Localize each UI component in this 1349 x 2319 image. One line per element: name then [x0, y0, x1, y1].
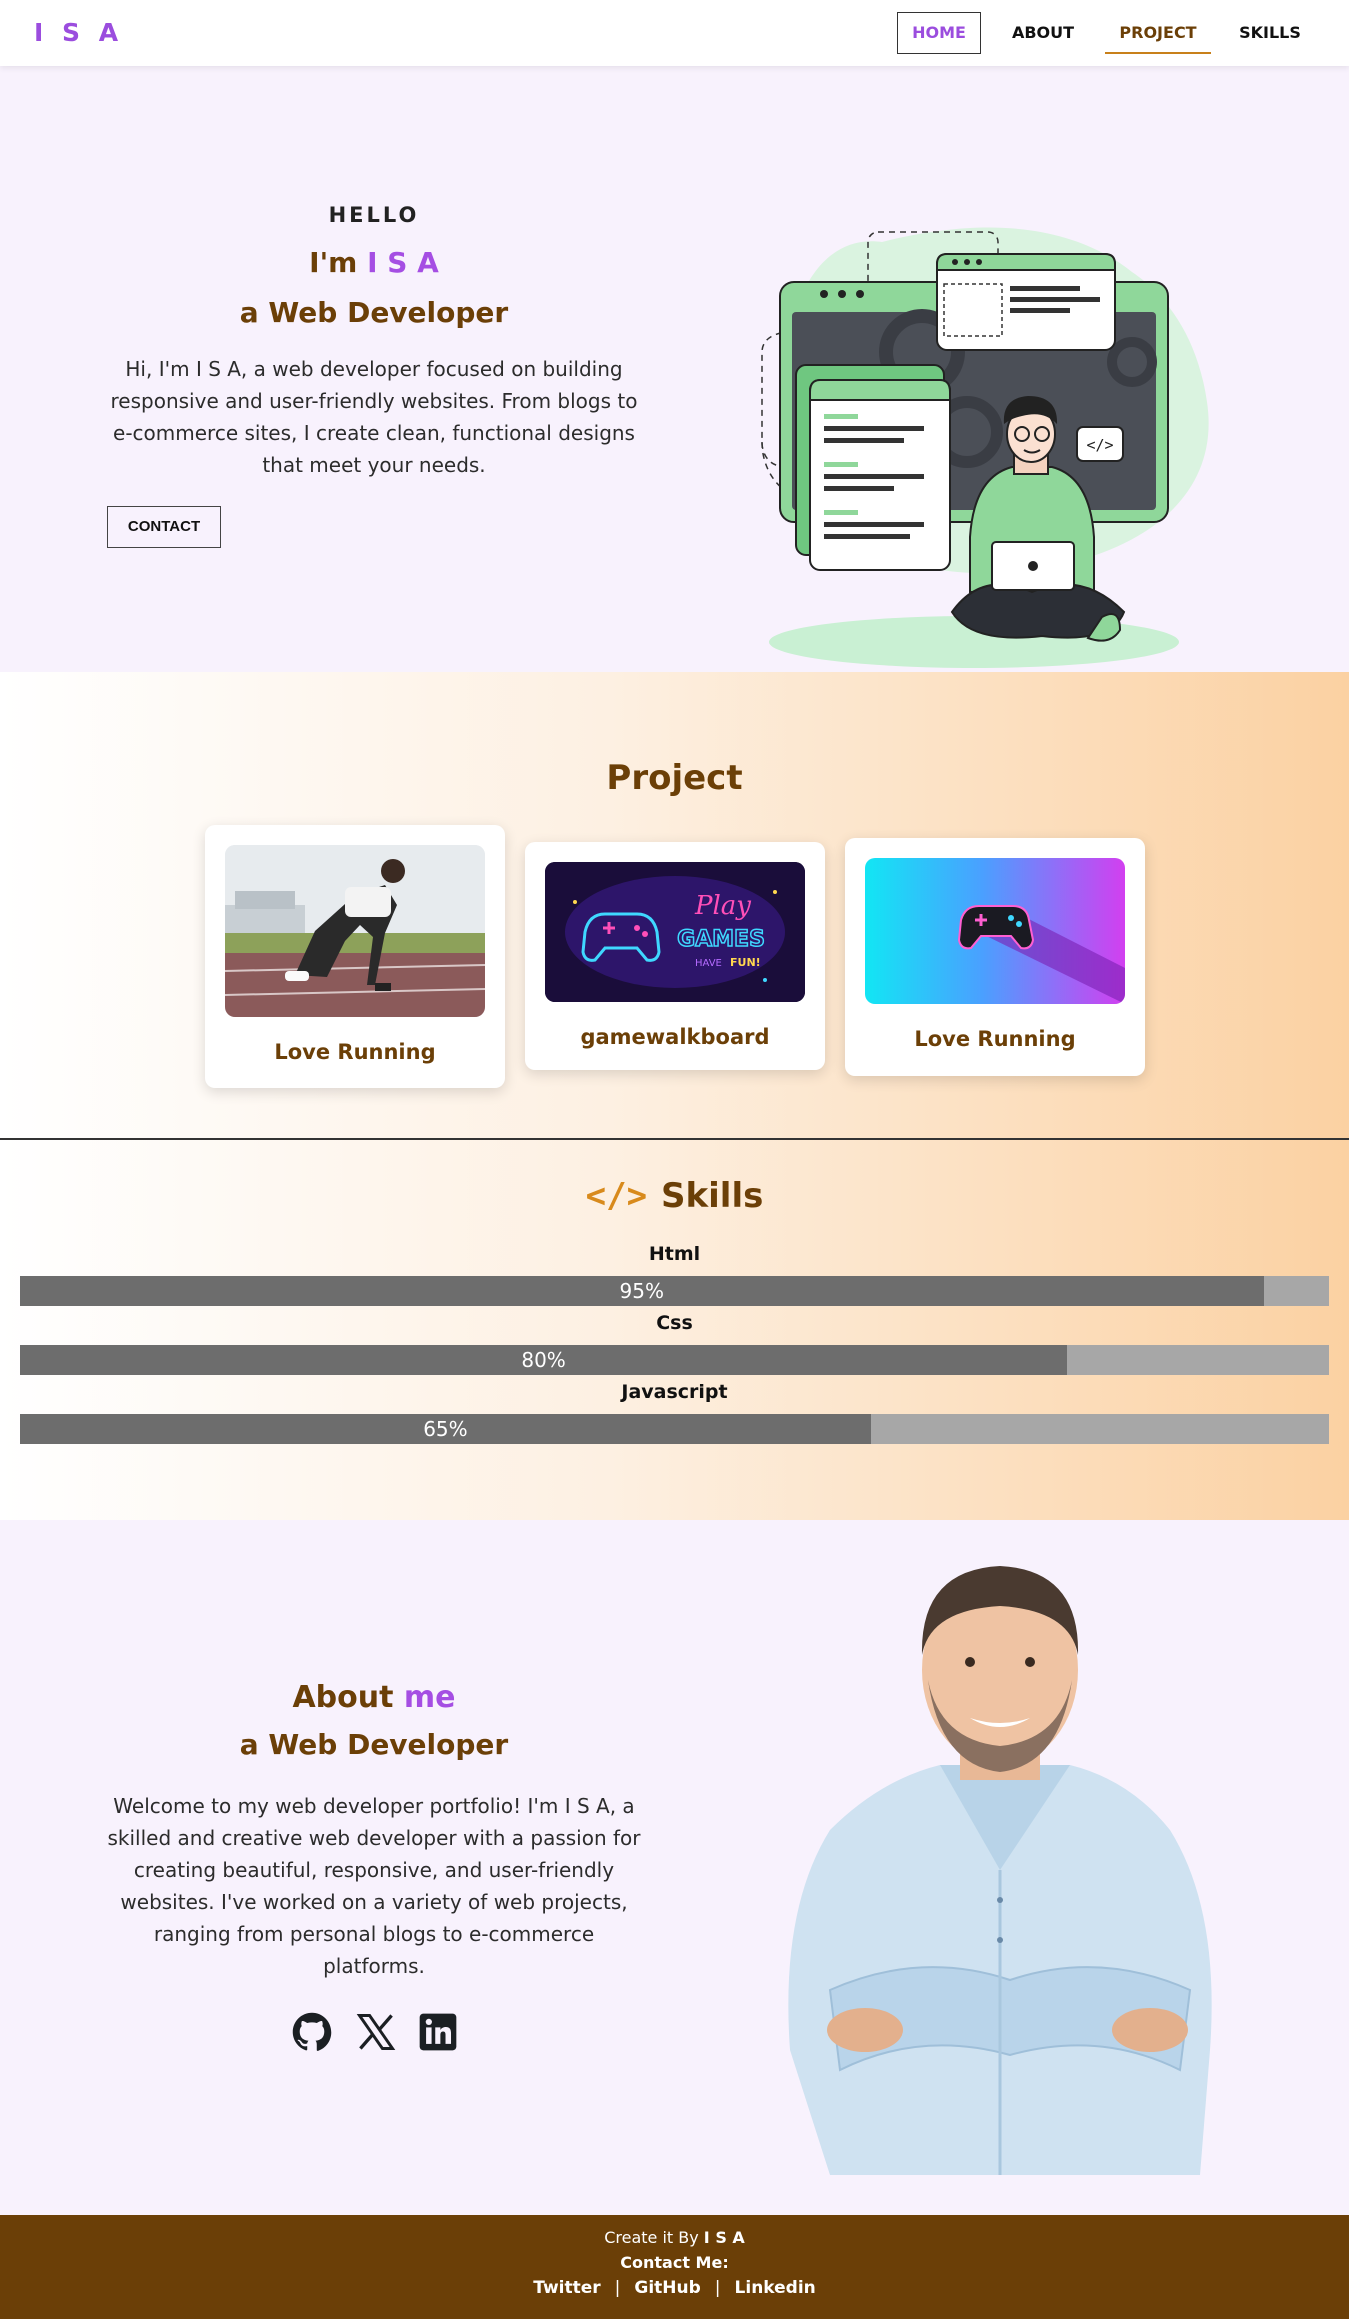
about-section: About me a Web Developer Welcome to my w…: [0, 1520, 1349, 2215]
hero-hello: HELLO: [328, 203, 420, 227]
about-role: a Web Developer: [239, 1728, 509, 1761]
hero-section: HELLO I'm I S A a Web Developer Hi, I'm …: [0, 66, 1349, 672]
project-card[interactable]: Love Running: [845, 838, 1145, 1076]
hero-role: a Web Developer: [239, 296, 509, 329]
project-card-label: gamewalkboard: [580, 1025, 770, 1049]
skill-name-html: Html: [648, 1243, 701, 1265]
hero-description: Hi, I'm I S A, a web developer focused o…: [110, 357, 638, 477]
skill-name-css: Css: [656, 1312, 693, 1334]
code-icon: </>: [585, 1176, 648, 1216]
skill-bar-javascript: 65%: [20, 1414, 1329, 1444]
project-image-runner: [225, 845, 485, 1017]
skills-title-text: Skills: [661, 1176, 764, 1216]
top-navbar: I S A HOME ABOUT PROJECT SKILLS: [0, 0, 1349, 66]
footer-separator: |: [714, 2278, 721, 2298]
hero-im-prefix: I'm: [309, 246, 358, 279]
about-description: Welcome to my web developer portfolio! I…: [107, 1794, 641, 1978]
site-logo[interactable]: I S A: [34, 18, 123, 47]
skill-bar-html: 95%: [20, 1276, 1329, 1306]
footer-links: Twitter | GitHub | Linkedin: [0, 2278, 1349, 2298]
nav-home-link[interactable]: HOME: [897, 12, 981, 54]
nav-skills-link[interactable]: SKILLS: [1228, 12, 1312, 54]
project-image-gamepad: [865, 858, 1125, 1004]
project-card-label: Love Running: [914, 1027, 1076, 1051]
skill-name-javascript: Javascript: [621, 1381, 728, 1403]
skills-section: </> Skills Html 95% Css 80% Javascript 65…: [0, 1140, 1349, 1520]
nav-about-link[interactable]: ABOUT: [1000, 12, 1086, 54]
github-icon[interactable]: [290, 2010, 334, 2054]
x-icon[interactable]: [354, 2010, 398, 2054]
svg-text:HAVE: HAVE: [695, 958, 722, 969]
about-title-prefix: About: [292, 1680, 394, 1715]
portrait-photo: [788, 1566, 1212, 2175]
footer-link-linkedin[interactable]: Linkedin: [735, 2278, 816, 2298]
project-card-label: Love Running: [274, 1040, 436, 1064]
svg-text:FUN!: FUN!: [730, 956, 761, 969]
footer: Create it By I S A Contact Me: Twitter | G…: [0, 2215, 1349, 2319]
skill-bar-css: 80%: [20, 1345, 1329, 1375]
project-image-neon-games: Play GAMES HAVE FUN!: [545, 862, 805, 1002]
hero-name: I S A: [367, 246, 439, 279]
footer-contact-label: Contact Me:: [620, 2253, 729, 2272]
footer-link-github[interactable]: GitHub: [634, 2278, 700, 2298]
project-section: Project Love Running Play GAMES HAVE FUN…: [0, 672, 1349, 1140]
footer-separator: |: [614, 2278, 621, 2298]
skill-bar-fill: 80%: [20, 1345, 1068, 1375]
footer-link-twitter[interactable]: Twitter: [533, 2278, 600, 2298]
skill-bar-fill: 95%: [20, 1276, 1264, 1306]
nav-project-link[interactable]: PROJECT: [1105, 12, 1211, 54]
contact-button[interactable]: CONTACT: [107, 506, 221, 548]
project-heading: Project: [606, 758, 743, 798]
linkedin-icon[interactable]: [416, 2010, 460, 2054]
hero-name-heading: I'm I S A: [0, 246, 748, 279]
developer-illustration: </>: [761, 227, 1209, 668]
footer-credit: Create it By I S A: [0, 2228, 1349, 2247]
skills-heading: </> Skills: [0, 1176, 1349, 1216]
about-title-accent: me: [403, 1680, 456, 1715]
about-heading: About me: [0, 1680, 748, 1715]
footer-credit-prefix: Create it By: [604, 2228, 699, 2247]
svg-text:Play: Play: [694, 891, 751, 921]
project-card[interactable]: Love Running: [205, 825, 505, 1088]
skill-bar-fill: 65%: [20, 1414, 871, 1444]
footer-credit-name: I S A: [703, 2228, 745, 2247]
project-card[interactable]: Play GAMES HAVE FUN! gamewalkboard: [525, 842, 825, 1070]
svg-text:</>: </>: [1086, 436, 1113, 454]
svg-text:GAMES: GAMES: [677, 927, 765, 952]
